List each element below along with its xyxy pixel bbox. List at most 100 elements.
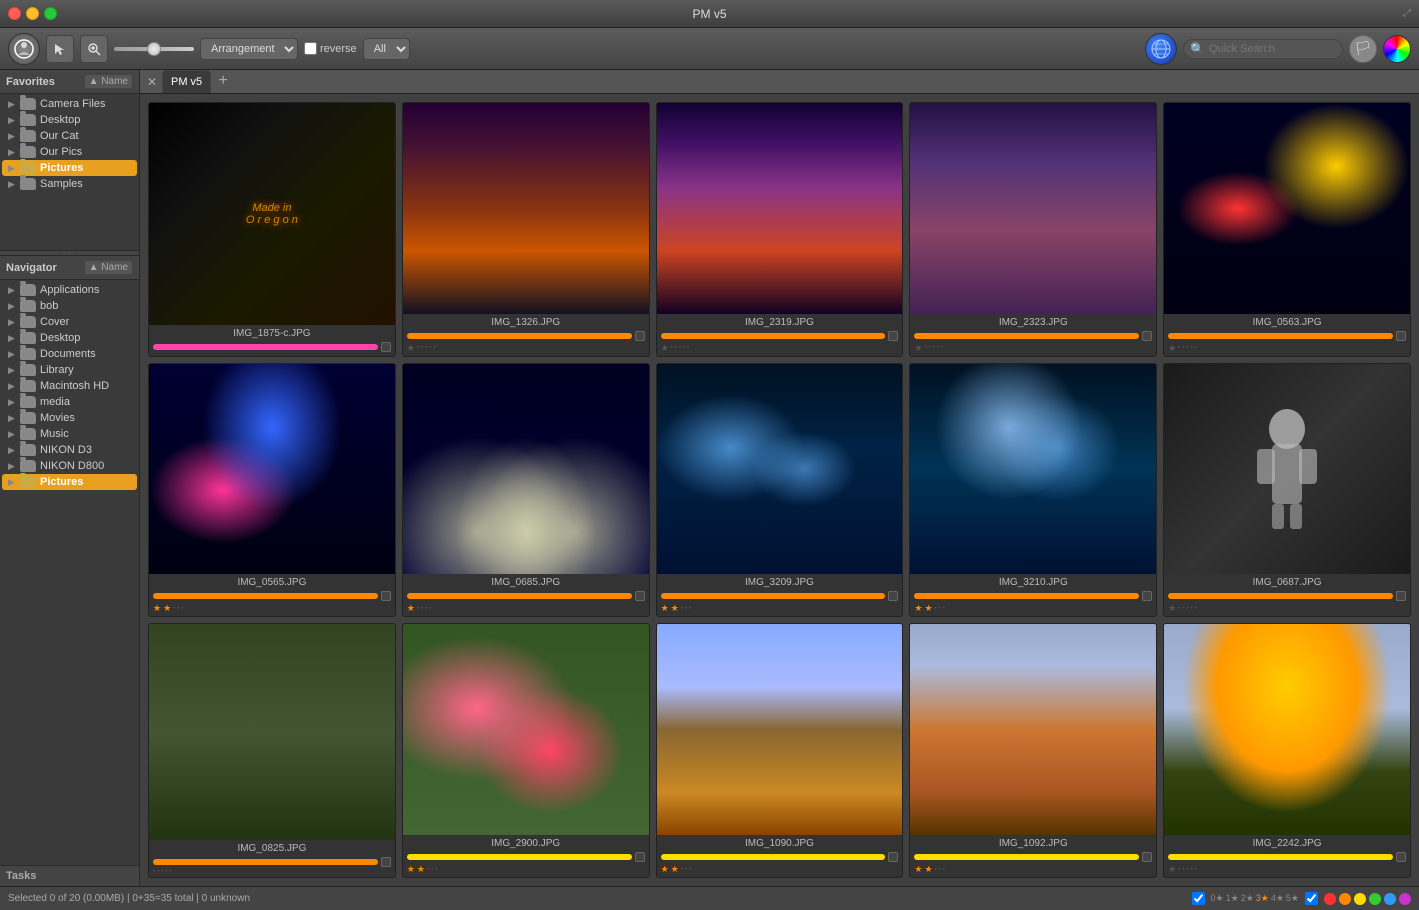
arrow-icon: ▶	[8, 163, 16, 174]
photo-cell-1[interactable]: IMG_1875-c.JPG	[148, 102, 396, 357]
sidebar-item-library[interactable]: ▶ Library	[2, 362, 137, 378]
photo-info: IMG_0825.JPG • • • • •	[149, 840, 395, 877]
sidebar-item-pictures-nav[interactable]: ▶ Pictures	[2, 474, 137, 490]
photo-cell-15[interactable]: IMG_2242.JPG ★ • • • • •	[1163, 623, 1411, 878]
stars-row: ★ ★ • • •	[661, 864, 899, 875]
dot: •	[1191, 867, 1193, 873]
sidebar-item-our-pics[interactable]: ▶ Our Pics	[2, 144, 137, 160]
maximize-button[interactable]	[44, 7, 57, 20]
search-input[interactable]	[1209, 43, 1336, 55]
rating-checkbox[interactable]	[1396, 852, 1406, 862]
favorites-header[interactable]: Favorites ▲ Name	[0, 70, 139, 94]
photo-cell-2[interactable]: IMG_1326.JPG ★ • • • • •	[402, 102, 650, 357]
tab-close-button[interactable]: ✕	[144, 70, 160, 93]
dot: •	[1178, 606, 1180, 612]
rating-checkbox[interactable]	[635, 591, 645, 601]
statusbar-checkbox2	[1305, 892, 1318, 905]
photo-info: IMG_0565.JPG ★ ★ • • •	[149, 574, 395, 616]
navigator-items: ▶ Applications ▶ bob ▶ Cover ▶ D	[0, 280, 139, 865]
sidebar-item-samples[interactable]: ▶ Samples	[2, 176, 137, 192]
favorites-sort[interactable]: ▲ Name	[84, 74, 133, 89]
photo-cell-5[interactable]: IMG_0563.JPG ★ • • • • •	[1163, 102, 1411, 357]
sidebar-item-documents[interactable]: ▶ Documents	[2, 346, 137, 362]
stars-row: ★ ★ • • •	[407, 864, 645, 875]
photo-cell-4[interactable]: IMG_2323.JPG ★ • • • • •	[909, 102, 1157, 357]
photo-cell-12[interactable]: IMG_2900.JPG ★ ★ • • •	[402, 623, 650, 878]
sidebar-item-applications[interactable]: ▶ Applications	[2, 282, 137, 298]
photo-cell-7[interactable]: IMG_0685.JPG ★ • • • •	[402, 363, 650, 618]
sidebar-item-nikon-d800[interactable]: ▶ NIKON D800	[2, 458, 137, 474]
photo-info: IMG_3209.JPG ★ ★ • • •	[657, 574, 903, 616]
photo-cell-11[interactable]: IMG_0825.JPG • • • • •	[148, 623, 396, 878]
reverse-label: reverse	[320, 43, 357, 55]
resize-handle[interactable]: ⤢	[1403, 8, 1411, 19]
sidebar-item-macintosh-hd[interactable]: ▶ Macintosh HD	[2, 378, 137, 394]
sidebar-item-camera-files[interactable]: ▶ Camera Files	[2, 96, 137, 112]
star: ★	[153, 603, 161, 614]
photo-cell-10[interactable]: IMG_0687.JPG ★ • • • • •	[1163, 363, 1411, 618]
rating-checkbox[interactable]	[381, 591, 391, 601]
sidebar-item-bob[interactable]: ▶ bob	[2, 298, 137, 314]
pointer-tool-button[interactable]	[46, 35, 74, 63]
photo-name: IMG_1875-c.JPG	[153, 328, 391, 339]
tab-pm-v5[interactable]: PM v5	[162, 70, 211, 93]
sidebar-item-media[interactable]: ▶ media	[2, 394, 137, 410]
globe-icon[interactable]	[1145, 33, 1177, 65]
traffic-lights[interactable]	[8, 7, 57, 20]
sidebar-item-pictures-favorites[interactable]: ▶ Pictures	[2, 160, 137, 176]
navigator-header[interactable]: Navigator ▲ Name	[0, 256, 139, 280]
photo-cell-8[interactable]: IMG_3209.JPG ★ ★ • • •	[656, 363, 904, 618]
sidebar-item-desktop-nav[interactable]: ▶ Desktop	[2, 330, 137, 346]
color-wheel-icon[interactable]	[1383, 35, 1411, 63]
star: ★	[924, 864, 932, 875]
arrangement-select[interactable]: Arrangement	[200, 38, 298, 60]
photo-cell-13[interactable]: IMG_1090.JPG ★ ★ • • •	[656, 623, 904, 878]
rating-checkbox[interactable]	[635, 852, 645, 862]
app-icon-button[interactable]	[8, 33, 40, 65]
tab-add-button[interactable]: +	[213, 70, 233, 93]
photo-cell-14[interactable]: IMG_1092.JPG ★ ★ • • •	[909, 623, 1157, 878]
sidebar-item-desktop[interactable]: ▶ Desktop	[2, 112, 137, 128]
rating-checkbox[interactable]	[1142, 852, 1152, 862]
dot: •	[933, 345, 935, 351]
photo-rating-bar	[407, 852, 645, 862]
rating-checkbox[interactable]	[381, 342, 391, 352]
close-button[interactable]	[8, 7, 21, 20]
photo-name: IMG_0563.JPG	[1168, 317, 1406, 328]
photo-info: IMG_1326.JPG ★ • • • • •	[403, 314, 649, 356]
rating-checkbox[interactable]	[635, 331, 645, 341]
filter-select[interactable]: All	[363, 38, 410, 60]
star-empty: ★	[1168, 603, 1176, 614]
dot: •	[421, 345, 423, 351]
sidebar-item-movies[interactable]: ▶ Movies	[2, 410, 137, 426]
photo-cell-6[interactable]: IMG_0565.JPG ★ ★ • • •	[148, 363, 396, 618]
rating-checkbox[interactable]	[888, 591, 898, 601]
sidebar-item-nikon-d3[interactable]: ▶ NIKON D3	[2, 442, 137, 458]
photo-name: IMG_3209.JPG	[661, 577, 899, 588]
statusbar-toggle[interactable]	[1192, 892, 1205, 905]
zoom-slider[interactable]	[114, 47, 194, 51]
statusbar-toggle2[interactable]	[1305, 892, 1318, 905]
reverse-checkbox-label[interactable]: reverse	[304, 42, 357, 55]
arrangement-container: Arrangement	[200, 38, 298, 60]
rating-checkbox[interactable]	[1142, 331, 1152, 341]
rating-checkbox[interactable]	[1396, 331, 1406, 341]
sidebar-item-our-cat[interactable]: ▶ Our Cat	[2, 128, 137, 144]
sidebar-item-music[interactable]: ▶ Music	[2, 426, 137, 442]
reverse-checkbox[interactable]	[304, 42, 317, 55]
arrow-icon: ▶	[8, 317, 16, 328]
photo-cell-3[interactable]: IMG_2319.JPG ★ • • • • •	[656, 102, 904, 357]
zoom-tool-button[interactable]	[80, 35, 108, 63]
minimize-button[interactable]	[26, 7, 39, 20]
star: ★	[671, 603, 679, 614]
rating-checkbox[interactable]	[888, 852, 898, 862]
sidebar-item-cover[interactable]: ▶ Cover	[2, 314, 137, 330]
flag-icon[interactable]: 🏳	[1349, 35, 1377, 63]
navigator-sort[interactable]: ▲ Name	[84, 260, 133, 275]
rating-checkbox[interactable]	[1396, 591, 1406, 601]
rating-checkbox[interactable]	[888, 331, 898, 341]
rating-checkbox[interactable]	[381, 857, 391, 867]
rating-checkbox[interactable]	[1142, 591, 1152, 601]
photo-cell-9[interactable]: IMG_3210.JPG ★ ★ • • •	[909, 363, 1157, 618]
sidebar-item-label: Documents	[40, 348, 96, 360]
